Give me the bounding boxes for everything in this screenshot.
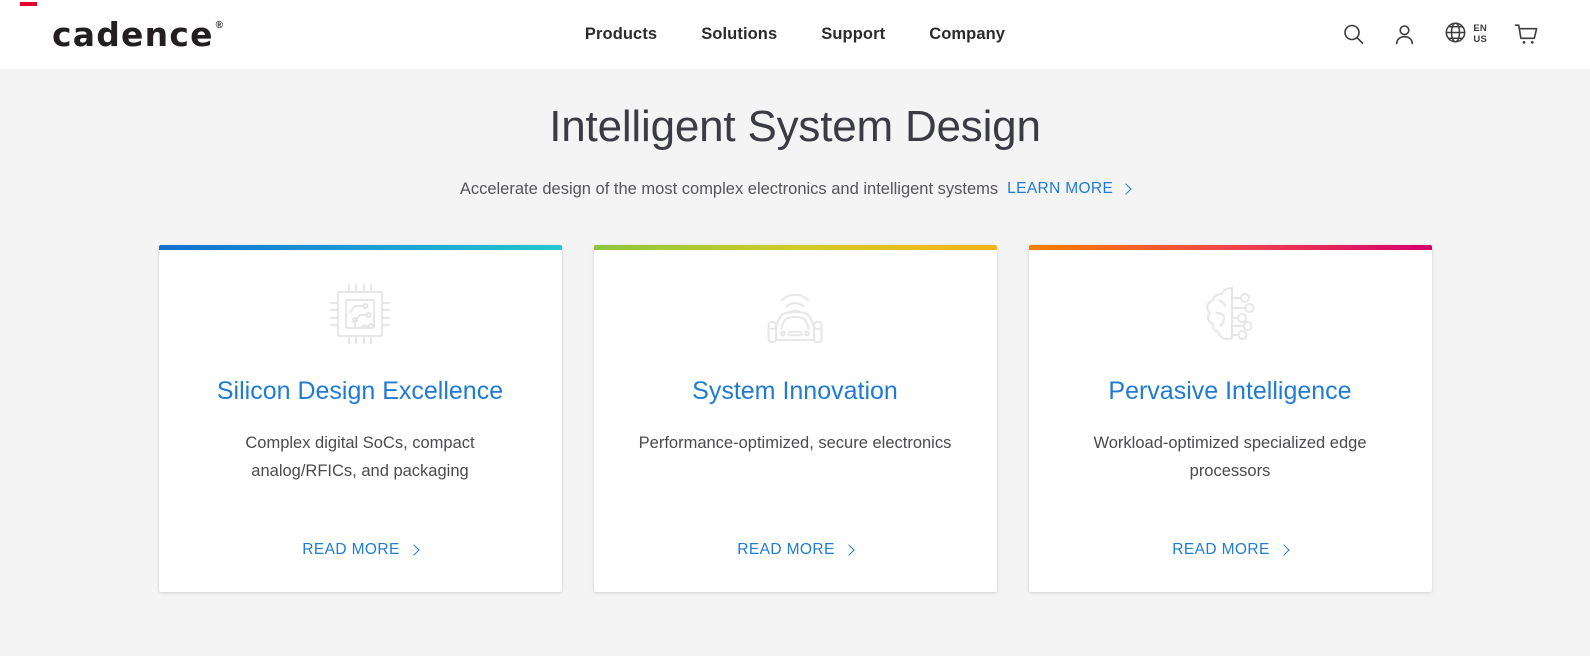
card-pervasive-intelligence[interactable]: Pervasive Intelligence Workload-optimize… — [1028, 244, 1432, 592]
card-title: Pervasive Intelligence — [1108, 376, 1352, 405]
logo-macron-accent — [20, 2, 37, 6]
read-more-label: READ MORE — [737, 540, 835, 558]
cart-icon[interactable] — [1513, 22, 1540, 47]
card-description: Performance-optimized, secure electronic… — [638, 433, 952, 452]
card-accent-bar — [158, 244, 562, 250]
card-title: System Innovation — [692, 376, 898, 405]
account-person-icon[interactable] — [1392, 22, 1417, 47]
logo-wordmark: cadence — [52, 15, 214, 54]
nav-item-support[interactable]: Support — [818, 19, 888, 50]
nav-item-products[interactable]: Products — [582, 19, 660, 50]
nav-item-company[interactable]: Company — [926, 19, 1008, 50]
connected-car-icon — [757, 276, 833, 352]
card-title: Silicon Design Excellence — [216, 376, 504, 405]
search-icon[interactable] — [1341, 22, 1366, 47]
card-accent-bar — [593, 244, 997, 250]
chevron-right-icon — [1278, 543, 1290, 556]
header-actions: EN US — [1341, 20, 1540, 50]
card-silicon-design-excellence[interactable]: Silicon Design Excellence Complex digita… — [158, 244, 562, 592]
microchip-icon — [324, 276, 396, 352]
learn-more-label: LEARN MORE — [1007, 180, 1114, 198]
hero-subtitle-text: Accelerate design of the most complex el… — [459, 179, 999, 198]
locale-selector[interactable]: EN US — [1443, 20, 1487, 50]
read-more-label: READ MORE — [1172, 540, 1270, 558]
logo-registered-mark: ® — [215, 20, 224, 31]
hero-subtitle-row: Accelerate design of the most complex el… — [0, 180, 1590, 199]
site-header: cadence ® Products Solutions Support Com… — [0, 0, 1590, 69]
ai-brain-icon — [1192, 276, 1268, 352]
card-description: Complex digital SoCs, compact analog/RFI… — [245, 433, 475, 480]
locale-label: EN US — [1473, 23, 1487, 45]
page-title: Intelligent System Design — [549, 102, 1041, 151]
card-accent-bar — [1028, 244, 1432, 250]
read-more-label: READ MORE — [302, 540, 400, 558]
read-more-link[interactable]: READ MORE — [302, 540, 420, 559]
chevron-right-icon — [408, 543, 420, 556]
card-system-innovation[interactable]: System Innovation Performance-optimized,… — [593, 244, 997, 592]
globe-icon — [1443, 20, 1468, 50]
cadence-logo[interactable]: cadence ® — [20, 2, 224, 54]
card-description: Workload-optimized specialized edge proc… — [1093, 433, 1367, 480]
feature-card-list: Silicon Design Excellence Complex digita… — [0, 244, 1590, 592]
read-more-link[interactable]: READ MORE — [737, 540, 855, 559]
learn-more-link[interactable]: LEARN MORE — [1007, 180, 1132, 198]
chevron-right-icon — [843, 543, 855, 556]
hero-section: Intelligent System Design Accelerate des… — [0, 69, 1590, 199]
read-more-link[interactable]: READ MORE — [1172, 540, 1290, 559]
nav-item-solutions[interactable]: Solutions — [698, 19, 780, 50]
chevron-right-icon — [1120, 183, 1132, 195]
